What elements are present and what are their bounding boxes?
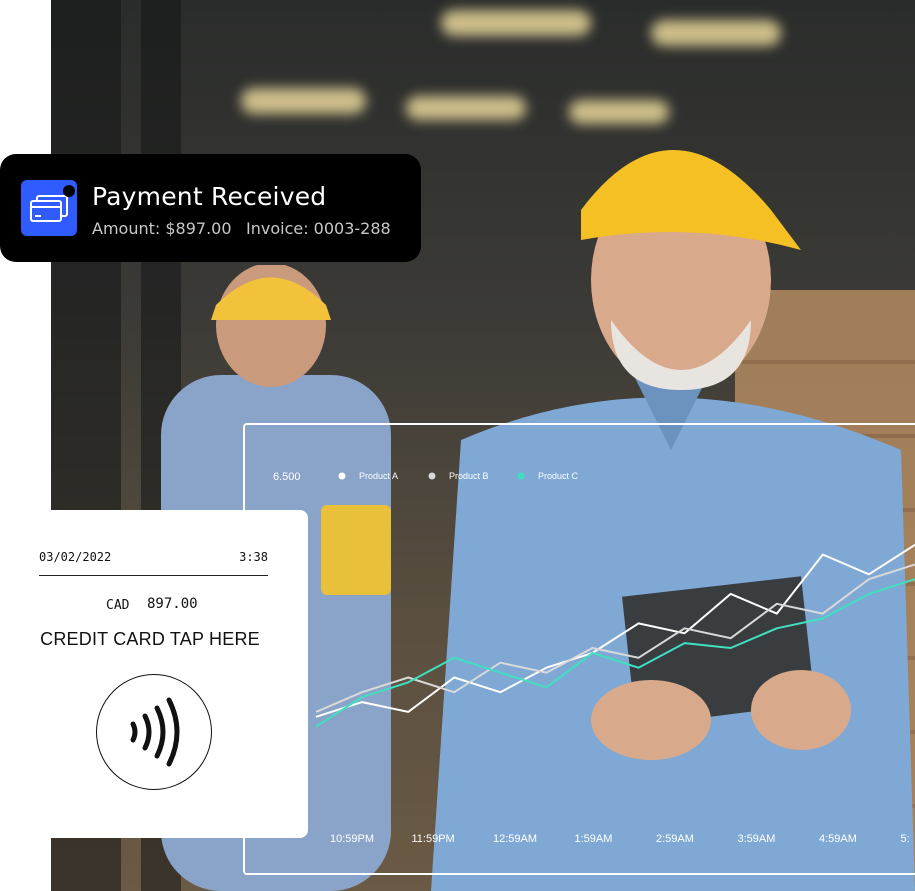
terminal-time: 3:38 [239, 550, 268, 564]
contactless-tap-area[interactable] [96, 674, 212, 790]
payment-notification[interactable]: Payment Received Amount: $897.00 Invoice… [0, 154, 421, 262]
terminal-date: 03/02/2022 [39, 550, 112, 564]
notification-dot [63, 185, 75, 197]
notification-amount: Amount: $897.00 [92, 219, 232, 238]
payment-card-icon [21, 180, 77, 236]
terminal-currency: CAD [106, 598, 130, 613]
terminal-divider [39, 575, 268, 576]
terminal-instruction: CREDIT CARD TAP HERE [40, 629, 260, 649]
sales-chart-panel [243, 423, 915, 875]
contactless-icon [130, 697, 180, 767]
terminal-amount: 897.00 [147, 596, 198, 612]
notification-invoice: Invoice: 0003-288 [246, 219, 391, 238]
payment-terminal-card[interactable]: 03/02/2022 3:38 CAD 897.00 CREDIT CARD T… [0, 510, 308, 838]
notification-title: Payment Received [92, 182, 327, 211]
